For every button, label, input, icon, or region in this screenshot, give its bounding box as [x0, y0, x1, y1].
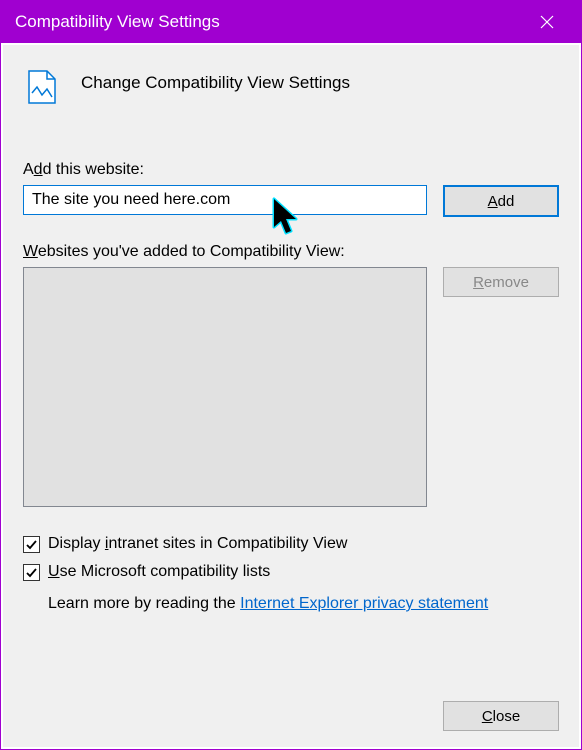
add-button[interactable]: Add — [443, 185, 559, 217]
remove-button[interactable]: Remove — [443, 267, 559, 297]
window-title: Compatibility View Settings — [15, 12, 220, 32]
checkbox-intranet-label: Display intranet sites in Compatibility … — [48, 535, 347, 553]
dialog-content: Change Compatibility View Settings Add t… — [2, 44, 580, 748]
document-icon — [27, 69, 57, 105]
close-window-button[interactable] — [527, 1, 567, 43]
websites-list-row: Remove — [23, 267, 559, 535]
checkbox-intranet[interactable] — [23, 536, 40, 553]
add-website-row: Add — [23, 185, 559, 217]
checkbox-mslist-row: Use Microsoft compatibility lists — [23, 563, 559, 581]
dialog-footer: Close — [23, 671, 559, 731]
close-icon — [540, 15, 554, 29]
checkmark-icon — [25, 538, 38, 551]
close-button[interactable]: Close — [443, 701, 559, 731]
websites-listbox[interactable] — [23, 267, 427, 507]
compatibility-view-dialog: Compatibility View Settings Change Compa… — [0, 0, 582, 750]
privacy-statement-link[interactable]: Internet Explorer privacy statement — [240, 595, 488, 612]
websites-list-label: Websites you've added to Compatibility V… — [23, 243, 559, 261]
learn-more-text: Learn more by reading the Internet Explo… — [48, 595, 559, 613]
checkbox-mslist-label: Use Microsoft compatibility lists — [48, 563, 270, 581]
titlebar: Compatibility View Settings — [1, 1, 581, 43]
dialog-header: Change Compatibility View Settings — [27, 69, 559, 105]
checkmark-icon — [25, 566, 38, 579]
checkbox-intranet-row: Display intranet sites in Compatibility … — [23, 535, 559, 553]
checkbox-mslist[interactable] — [23, 564, 40, 581]
add-website-label: Add this website: — [23, 161, 559, 179]
website-input[interactable] — [23, 185, 427, 215]
dialog-header-text: Change Compatibility View Settings — [81, 69, 350, 93]
